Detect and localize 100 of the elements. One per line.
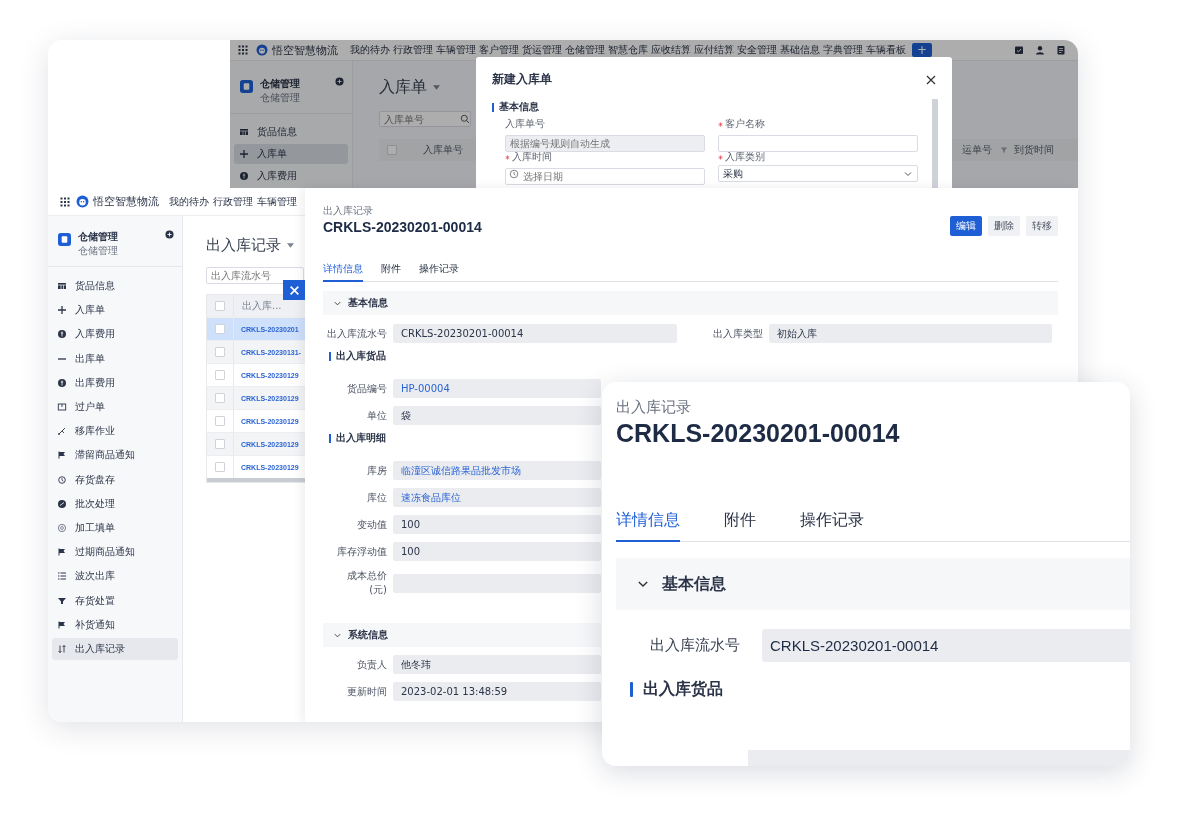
field-label: 更新时间 <box>346 684 387 699</box>
tab[interactable]: 附件 <box>381 262 401 282</box>
input-field[interactable] <box>718 135 918 152</box>
menu-item[interactable]: 入库费用 <box>52 323 178 346</box>
add-icon[interactable] <box>335 77 344 86</box>
menu-item[interactable]: 入库单 <box>52 299 178 322</box>
menu-item[interactable]: 出库单 <box>52 347 178 370</box>
menu-item[interactable]: 货品信息 <box>52 275 178 298</box>
column-header[interactable]: 到货时间 <box>1014 143 1054 157</box>
nav-item[interactable]: 客户管理 <box>479 43 519 57</box>
action-button[interactable]: 转移 <box>1026 216 1058 236</box>
search-field[interactable]: 入库单号 <box>379 111 471 127</box>
search-field[interactable]: 出入库流水号 <box>206 267 304 284</box>
input-field[interactable]: 选择日期 <box>505 168 705 185</box>
nav-item[interactable]: 行政管理 <box>213 194 253 209</box>
close-button[interactable] <box>283 280 305 300</box>
field-label: 负责人 <box>356 657 387 672</box>
field-label: 入库时间 <box>512 150 552 164</box>
field-label: 入库类别 <box>725 150 765 164</box>
menu-item[interactable]: 过户单 <box>52 395 178 419</box>
column-header[interactable]: 运单号 <box>962 143 992 157</box>
nav-item[interactable]: 行政管理 <box>393 43 433 57</box>
apps-grid-icon[interactable] <box>60 196 70 207</box>
menu-item[interactable]: 滞留商品通知 <box>52 444 178 467</box>
menu-item[interactable]: 加工填单 <box>52 516 178 540</box>
checkbox[interactable] <box>215 439 225 449</box>
tab[interactable]: 附件 <box>724 510 756 542</box>
section-header[interactable]: 基本信息 <box>323 291 1058 315</box>
menu-item[interactable]: 出入库记录 <box>52 637 178 660</box>
tab[interactable]: 操作记录 <box>419 262 459 282</box>
column-header[interactable]: 入库单号 <box>423 143 463 157</box>
menu-item[interactable]: 补货通知 <box>52 613 178 636</box>
calendar-icon[interactable] <box>1014 45 1024 55</box>
breadcrumb[interactable]: 出入库记录 <box>616 398 691 417</box>
section-title: 基本信息 <box>662 573 726 595</box>
nav-item[interactable]: 基础信息 <box>780 43 820 57</box>
document-icon[interactable] <box>1056 45 1066 55</box>
nav-item[interactable]: 仓储管理 <box>565 43 605 57</box>
nav-item[interactable]: 货运管理 <box>522 43 562 57</box>
funnel-icon <box>57 595 67 606</box>
checkbox[interactable] <box>215 370 225 380</box>
checkbox[interactable] <box>215 347 225 357</box>
menu-item[interactable]: 货品信息 <box>234 122 348 142</box>
branch-icon <box>57 426 67 437</box>
tab[interactable]: 详情信息 <box>323 262 363 282</box>
section-header[interactable]: 基本信息 <box>616 558 1130 610</box>
menu-item[interactable]: 存货盘存 <box>52 468 178 491</box>
action-button[interactable]: 删除 <box>988 216 1020 236</box>
menu-item[interactable]: 入库单 <box>234 144 348 164</box>
nav-item[interactable]: 智慧仓库 <box>608 43 648 57</box>
scrollbar[interactable] <box>207 478 305 482</box>
menu-item[interactable]: 批次处理 <box>52 492 178 515</box>
disc-icon <box>57 498 67 509</box>
apps-grid-icon[interactable] <box>238 45 248 55</box>
record-title: CRKLS-20230201-00014 <box>616 419 900 448</box>
menu-item[interactable]: 存货处置 <box>52 589 178 612</box>
tab[interactable]: 详情信息 <box>616 510 680 542</box>
nav-item[interactable]: 字典管理 <box>823 43 863 57</box>
nav-item[interactable]: 车辆管理 <box>257 194 297 209</box>
page-title[interactable]: 出入库记录 <box>206 236 281 255</box>
nav-item[interactable]: 应付结算 <box>694 43 734 57</box>
search-icon[interactable] <box>460 114 470 124</box>
nav-item[interactable]: 车辆看板 <box>866 43 906 57</box>
caret-icon[interactable] <box>287 243 294 248</box>
nav-item[interactable]: 我的待办 <box>350 43 390 57</box>
section-header[interactable]: 系统信息 <box>323 623 601 647</box>
filter-icon[interactable] <box>1000 146 1008 154</box>
menu-item[interactable]: 出库费用 <box>52 371 178 394</box>
field-value: 初始入库 <box>768 324 1052 343</box>
checkbox[interactable] <box>215 416 225 426</box>
nav-item[interactable]: 安全管理 <box>737 43 777 57</box>
checkbox[interactable] <box>387 145 397 155</box>
caret-icon[interactable] <box>433 85 440 90</box>
add-button[interactable]: + <box>912 43 932 57</box>
page-title[interactable]: 入库单 <box>379 77 427 98</box>
nav-item[interactable]: 应收结算 <box>651 43 691 57</box>
board-icon <box>57 402 67 413</box>
field-value: HP-00004 <box>393 379 601 398</box>
menu-item[interactable]: 过期商品通知 <box>52 541 178 564</box>
nav-item[interactable]: 车辆管理 <box>436 43 476 57</box>
action-button[interactable]: 编辑 <box>950 216 982 236</box>
field-label: 出入库流水号 <box>649 636 740 655</box>
list-icon <box>57 571 67 582</box>
menu-item[interactable]: 移库作业 <box>52 420 178 443</box>
nav-item[interactable]: 我的待办 <box>169 194 209 209</box>
close-icon[interactable] <box>926 74 936 85</box>
column-header[interactable]: 出入库... <box>242 299 282 313</box>
select-field[interactable]: 采购 <box>718 165 918 182</box>
add-icon[interactable] <box>165 230 174 239</box>
checkbox[interactable] <box>215 393 225 403</box>
table-icon <box>57 281 67 292</box>
menu-item[interactable]: 波次出库 <box>52 565 178 588</box>
checkbox[interactable] <box>215 462 225 472</box>
menu-item[interactable]: 入库费用 <box>234 166 348 186</box>
checkbox[interactable] <box>215 301 225 311</box>
breadcrumb[interactable]: 出入库记录 <box>323 204 482 218</box>
checkbox[interactable] <box>215 324 225 334</box>
logo-icon <box>256 44 268 56</box>
user-icon[interactable] <box>1035 45 1045 55</box>
tab[interactable]: 操作记录 <box>800 510 864 542</box>
